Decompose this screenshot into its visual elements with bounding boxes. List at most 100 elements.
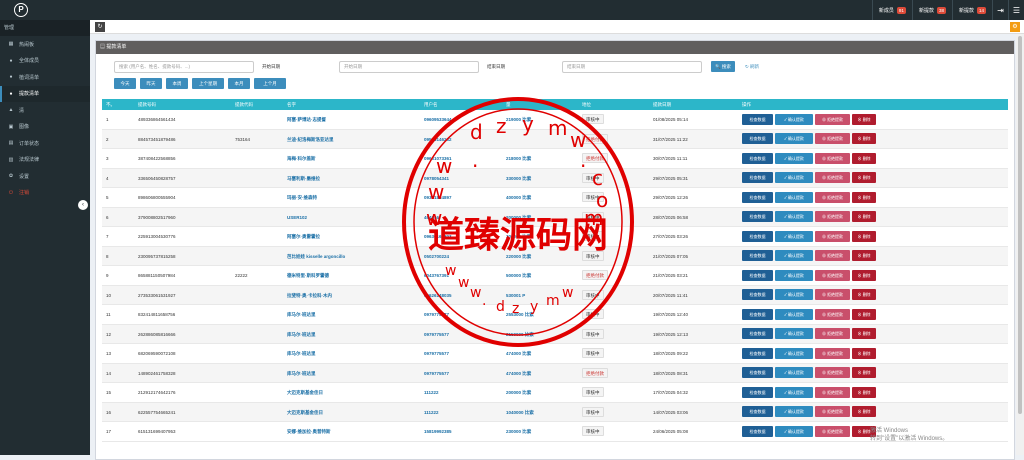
reject-withdrawal-button[interactable]: ⊗ 拒绝提款 — [815, 152, 850, 164]
sidebar-item-law[interactable]: ▥ 法规法律 — [0, 152, 90, 169]
confirm-withdrawal-button[interactable]: ✓ 确认提款 — [775, 269, 813, 281]
delete-button[interactable]: ⊗ 删除 — [852, 172, 876, 184]
cell-user[interactable]: 464646 — [420, 208, 502, 227]
header-status[interactable]: 地位 — [578, 99, 649, 110]
cell-user[interactable]: 6043767391 — [420, 266, 502, 285]
check-data-button[interactable]: 检查数据 — [742, 211, 773, 223]
sidebar-item-list[interactable]: ● 植词清单 — [0, 69, 90, 86]
delete-button[interactable]: ⊗ 删除 — [852, 230, 876, 242]
filter-this-month-button[interactable]: 本月 — [228, 78, 250, 89]
cell-name[interactable]: 阿塞尔·奥雷霍拉 — [283, 227, 420, 246]
check-data-button[interactable]: 检查数据 — [742, 250, 773, 262]
cell-name[interactable]: 马塞利斯·墨维拉 — [283, 169, 420, 188]
reject-withdrawal-button[interactable]: ⊗ 拒绝提款 — [815, 367, 850, 379]
delete-button[interactable]: ⊗ 删除 — [852, 191, 876, 203]
reject-withdrawal-button[interactable]: ⊗ 拒绝提款 — [815, 211, 850, 223]
cell-name[interactable]: 拉斐特·奥·卡拉科·木内 — [283, 286, 420, 305]
check-data-button[interactable]: 检查数据 — [742, 328, 773, 340]
header-date[interactable]: 提款日期 — [649, 99, 740, 110]
reset-button[interactable]: ↻ 刷新 — [740, 61, 764, 72]
cell-user[interactable]: 09631073361 — [420, 149, 502, 168]
cell-user[interactable]: 0979775577 — [420, 325, 502, 344]
confirm-withdrawal-button[interactable]: ✓ 确认提款 — [775, 191, 813, 203]
cell-name[interactable]: 大迈克斯基金佳日 — [283, 403, 420, 422]
cell-user[interactable]: 09626148035 — [420, 286, 502, 305]
reject-withdrawal-button[interactable]: ⊗ 拒绝提款 — [815, 230, 850, 242]
confirm-withdrawal-button[interactable]: ✓ 确认提款 — [775, 172, 813, 184]
cell-user[interactable]: 0979775577 — [420, 305, 502, 324]
cell-name[interactable]: 德米特里·斯科罗霍德 — [283, 266, 420, 285]
reject-withdrawal-button[interactable]: ⊗ 拒绝提款 — [815, 425, 850, 437]
delete-button[interactable]: ⊗ 删除 — [852, 133, 876, 145]
confirm-withdrawal-button[interactable]: ✓ 确认提款 — [775, 250, 813, 262]
check-data-button[interactable]: 检查数据 — [742, 386, 773, 398]
check-data-button[interactable]: 检查数据 — [742, 152, 773, 164]
delete-button[interactable]: ⊗ 删除 — [852, 269, 876, 281]
delete-button[interactable]: ⊗ 删除 — [852, 406, 876, 418]
page-scrollbar[interactable] — [1016, 34, 1024, 455]
header-code[interactable]: 提款号码 — [134, 99, 231, 110]
check-data-button[interactable]: 检查数据 — [742, 347, 773, 359]
reject-withdrawal-button[interactable]: ⊗ 拒绝提款 — [815, 347, 850, 359]
confirm-withdrawal-button[interactable]: ✓ 确认提款 — [775, 328, 813, 340]
header-name[interactable]: 名字 — [283, 99, 420, 110]
check-data-button[interactable]: 检查数据 — [742, 289, 773, 301]
search-button[interactable]: 🔍 搜索 — [711, 61, 735, 72]
cell-name[interactable]: 库马尔·班达里 — [283, 364, 420, 383]
scroll-thumb[interactable] — [1018, 36, 1022, 414]
check-data-button[interactable]: 检查数据 — [742, 269, 773, 281]
reject-withdrawal-button[interactable]: ⊗ 拒绝提款 — [815, 386, 850, 398]
reject-withdrawal-button[interactable]: ⊗ 拒绝提款 — [815, 113, 850, 125]
header-no[interactable]: 不。 — [102, 99, 134, 110]
cell-user[interactable]: 0502700224 — [420, 247, 502, 266]
check-data-button[interactable]: 检查数据 — [742, 230, 773, 242]
reject-withdrawal-button[interactable]: ⊗ 拒绝提款 — [815, 308, 850, 320]
start-date-input[interactable]: 开始日期 — [339, 61, 479, 73]
delete-button[interactable]: ⊗ 删除 — [852, 211, 876, 223]
sidebar-collapse-icon[interactable]: ‹ — [78, 200, 88, 210]
confirm-withdrawal-button[interactable]: ✓ 确认提款 — [775, 347, 813, 359]
filter-last-month-button[interactable]: 上个月 — [254, 78, 286, 89]
filter-last-week-button[interactable]: 上个星期 — [192, 78, 224, 89]
sidebar-item-images[interactable]: ▣ 图像 — [0, 119, 90, 136]
cell-user[interactable]: 111222 — [420, 403, 502, 422]
check-data-button[interactable]: 检查数据 — [742, 367, 773, 379]
check-data-button[interactable]: 检查数据 — [742, 406, 773, 418]
header-user[interactable]: 用户名 — [420, 99, 502, 110]
cell-name[interactable]: USER102 — [283, 208, 420, 227]
check-data-button[interactable]: 检查数据 — [742, 133, 773, 145]
delete-button[interactable]: ⊗ 删除 — [852, 328, 876, 340]
delete-button[interactable]: ⊗ 删除 — [852, 347, 876, 359]
cell-name[interactable]: 库马尔·班达里 — [283, 344, 420, 363]
confirm-withdrawal-button[interactable]: ✓ 确认提款 — [775, 367, 813, 379]
cell-name[interactable]: 海梅·科尔盖斯 — [283, 149, 420, 168]
cell-user[interactable]: 09599146232 — [420, 130, 502, 149]
reject-withdrawal-button[interactable]: ⊗ 拒绝提款 — [815, 269, 850, 281]
cell-name[interactable]: 大迈克斯基金佳日 — [283, 383, 420, 402]
confirm-withdrawal-button[interactable]: ✓ 确认提款 — [775, 133, 813, 145]
confirm-withdrawal-button[interactable]: ✓ 确认提款 — [775, 289, 813, 301]
cell-name[interactable]: 库马尔·班达里 — [283, 305, 420, 324]
filter-this-week-button[interactable]: 本周 — [166, 78, 188, 89]
check-data-button[interactable]: 检查数据 — [742, 425, 773, 437]
confirm-withdrawal-button[interactable]: ✓ 确认提款 — [775, 113, 813, 125]
new-members-badge[interactable]: 新成员 91 — [871, 0, 912, 20]
check-data-button[interactable]: 检查数据 — [742, 172, 773, 184]
check-data-button[interactable]: 检查数据 — [742, 191, 773, 203]
reject-withdrawal-button[interactable]: ⊗ 拒绝提款 — [815, 406, 850, 418]
check-data-button[interactable]: 检查数据 — [742, 113, 773, 125]
cell-user[interactable]: 09331864897 — [420, 188, 502, 207]
cell-user[interactable]: 09609533644 — [420, 110, 502, 129]
reject-withdrawal-button[interactable]: ⊗ 拒绝提款 — [815, 191, 850, 203]
sidebar-item-cart[interactable]: ▲ 清 — [0, 102, 90, 119]
check-data-button[interactable]: 检查数据 — [742, 308, 773, 320]
sidebar-item-dashboard[interactable]: ▦ 热闹板 — [0, 36, 90, 53]
delete-button[interactable]: ⊗ 删除 — [852, 367, 876, 379]
sidebar-item-orders[interactable]: ▤ 订单状态 — [0, 135, 90, 152]
delete-button[interactable]: ⊗ 删除 — [852, 152, 876, 164]
confirm-withdrawal-button[interactable]: ✓ 确认提款 — [775, 152, 813, 164]
delete-button[interactable]: ⊗ 删除 — [852, 386, 876, 398]
cell-user[interactable]: 111222 — [420, 383, 502, 402]
cell-name[interactable]: 安娜·维加拉·奥普特斯 — [283, 422, 420, 441]
delete-button[interactable]: ⊗ 删除 — [852, 113, 876, 125]
